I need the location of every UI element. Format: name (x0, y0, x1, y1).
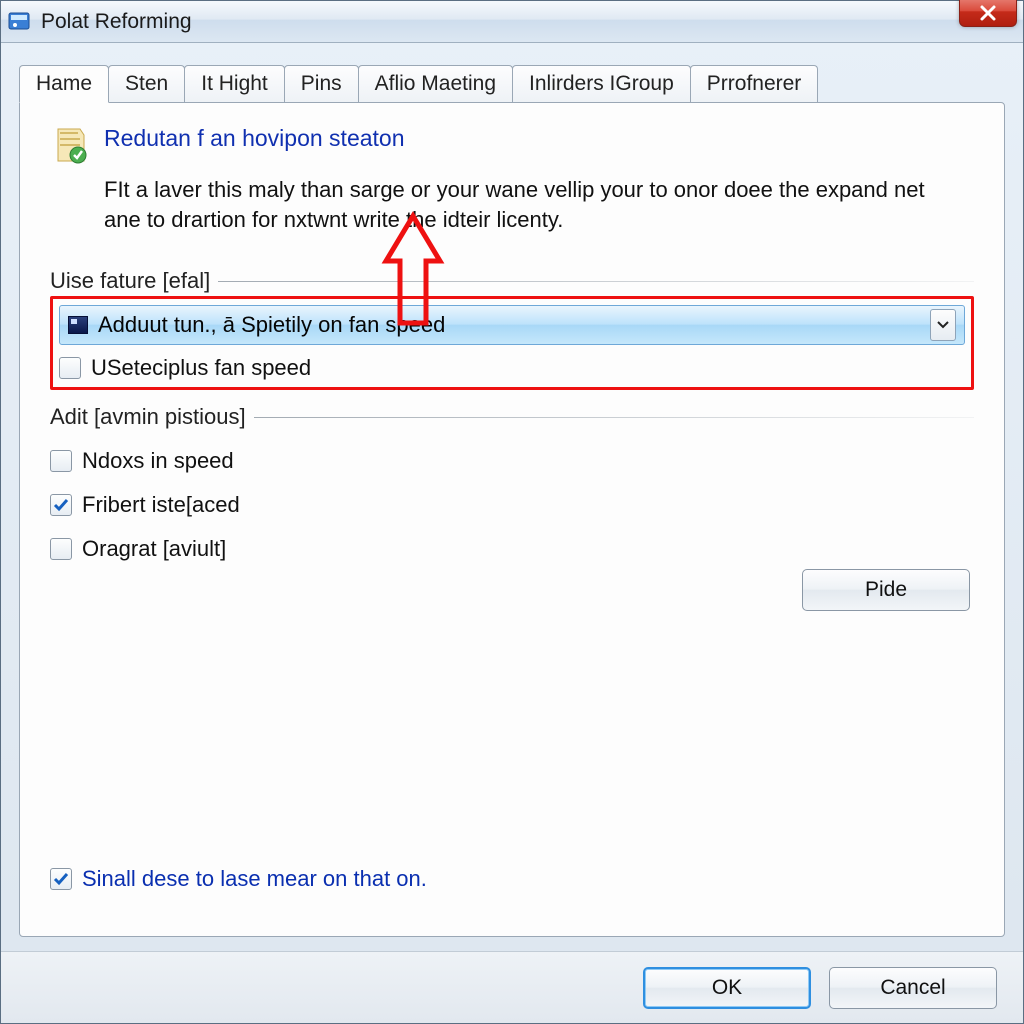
dialog-window: Polat Reforming Hame Sten It Hight Pins … (0, 0, 1024, 1024)
content-area: Hame Sten It Hight Pins Aflio Maeting In… (1, 43, 1023, 951)
titlebar: Polat Reforming (1, 1, 1023, 43)
tab-sten[interactable]: Sten (108, 65, 185, 102)
cancel-button[interactable]: Cancel (829, 967, 997, 1009)
tab-inlirders-igroup[interactable]: Inlirders IGroup (512, 65, 691, 102)
window-title: Polat Reforming (41, 10, 192, 34)
checkbox-useteciplus[interactable] (59, 357, 81, 379)
bottom-option: Sinall dese to lase mear on that on. (50, 866, 974, 892)
checkbox-oragrat[interactable] (50, 538, 72, 560)
close-icon (979, 4, 997, 22)
divider (218, 281, 974, 282)
tab-hame[interactable]: Hame (19, 65, 109, 103)
app-icon (7, 10, 31, 34)
checkbox-label: USeteciplus fan speed (91, 355, 311, 381)
checkbox-label: Fribert iste[aced (82, 492, 240, 518)
option-row: Oragrat [aviult] (50, 536, 974, 562)
panel-description: FIt a laver this maly than sarge or your… (104, 175, 944, 234)
checkbox-label: Oragrat [aviult] (82, 536, 226, 562)
group-label-1: Uise fature [efal] (50, 268, 218, 294)
pide-button[interactable]: Pide (802, 569, 970, 611)
tab-strip: Hame Sten It Hight Pins Aflio Maeting In… (19, 65, 1005, 102)
tab-panel: Redutan f an hovipon steaton FIt a laver… (19, 102, 1005, 937)
checkbox-fribert[interactable] (50, 494, 72, 516)
monitor-icon (68, 316, 88, 334)
option-row: Fribert iste[aced (50, 492, 974, 518)
checkbox-label: Sinall dese to lase mear on that on. (82, 866, 427, 892)
fan-speed-combo[interactable]: Adduut tun., ā Spietily on fan speed (59, 305, 965, 345)
highlight-annotation: Adduut tun., ā Spietily on fan speed USe… (50, 296, 974, 390)
check-useteciplus: USeteciplus fan speed (59, 355, 965, 381)
option-row: Ndoxs in speed (50, 448, 974, 474)
options-list: Ndoxs in speed Fribert iste[aced Oragrat… (50, 430, 974, 562)
panel-heading: Redutan f an hovipon steaton (104, 125, 405, 152)
close-button[interactable] (959, 0, 1017, 27)
checkbox-label: Ndoxs in speed (82, 448, 234, 474)
tab-aflio-maeting[interactable]: Aflio Maeting (358, 65, 513, 102)
divider (254, 417, 974, 418)
group-label-2: Adit [avmin pistious] (50, 404, 254, 430)
tab-pins[interactable]: Pins (284, 65, 359, 102)
checkbox-sinall[interactable] (50, 868, 72, 890)
chevron-down-icon (937, 321, 949, 329)
checkbox-ndoxs[interactable] (50, 450, 72, 472)
group-uise-fature: Uise fature [efal] (50, 268, 974, 294)
dialog-button-bar: OK Cancel (1, 951, 1023, 1023)
panel-header: Redutan f an hovipon steaton (50, 125, 974, 165)
combo-dropdown-button[interactable] (930, 309, 956, 341)
group-adit: Adit [avmin pistious] (50, 404, 974, 430)
combo-selected-value: Adduut tun., ā Spietily on fan speed (98, 312, 930, 338)
tab-it-hight[interactable]: It Hight (184, 65, 285, 102)
tab-prrofnerer[interactable]: Prrofnerer (690, 65, 819, 102)
panel-header-icon (50, 125, 90, 165)
ok-button[interactable]: OK (643, 967, 811, 1009)
